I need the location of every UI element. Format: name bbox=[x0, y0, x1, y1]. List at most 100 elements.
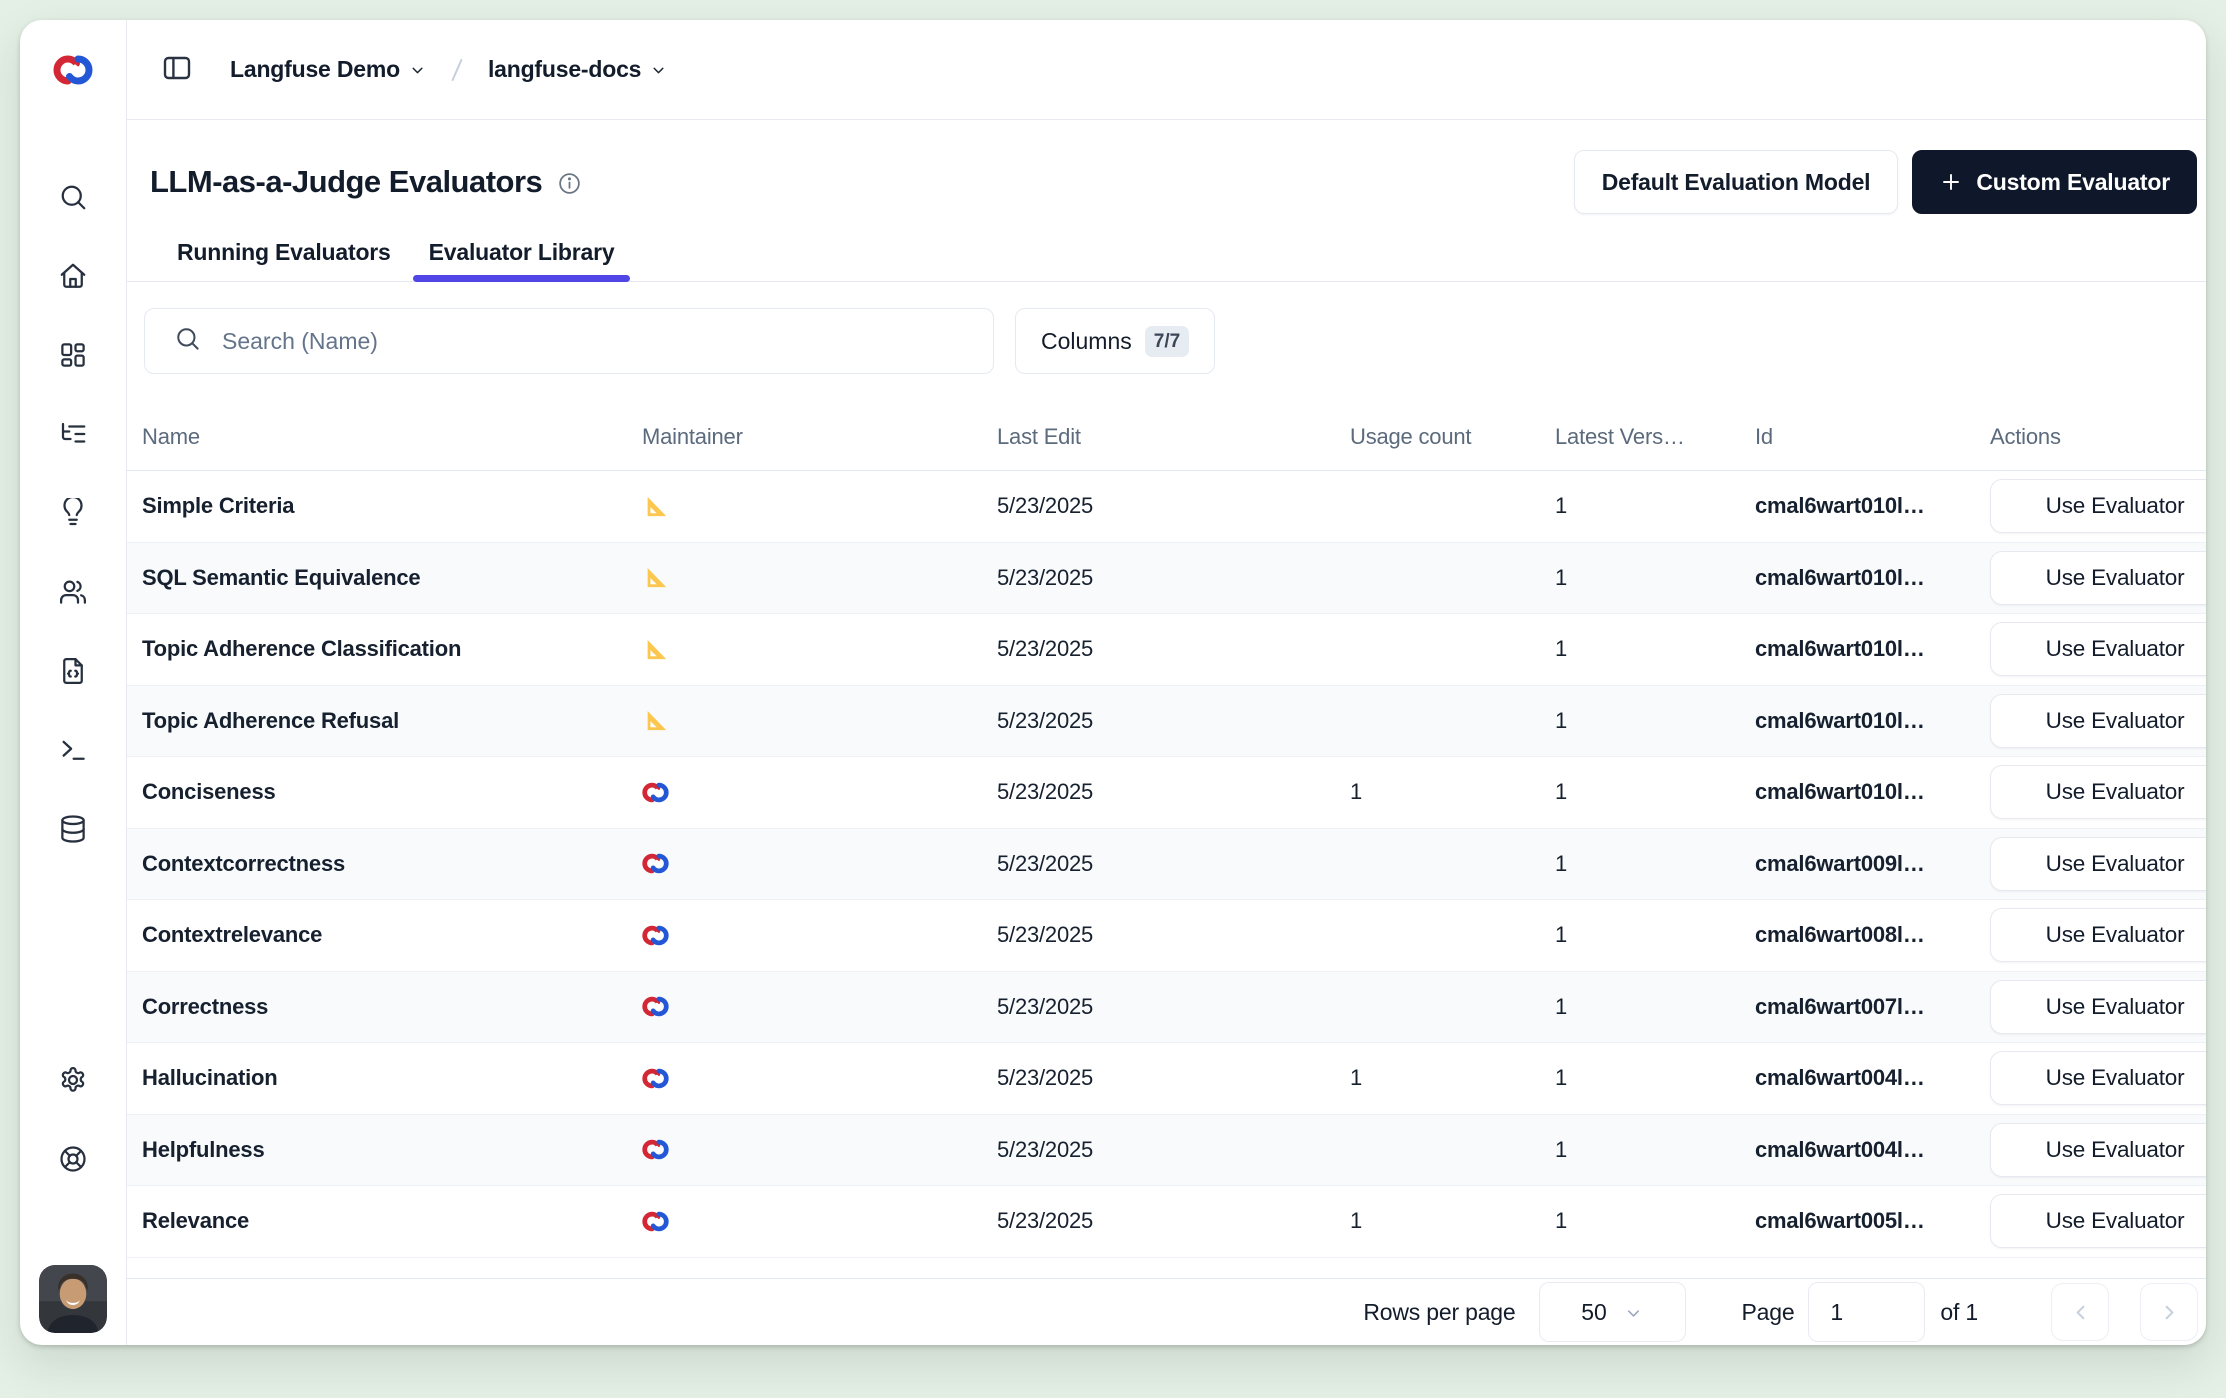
sidebar-item-support[interactable] bbox=[57, 1144, 89, 1176]
evaluator-id: cmal6wart010l… bbox=[1755, 565, 1990, 591]
langfuse-maintainer-icon bbox=[642, 922, 997, 949]
sidebar-bottom bbox=[39, 1065, 107, 1333]
maintainer-cell bbox=[642, 779, 997, 806]
column-header-latest-version: Latest Vers… bbox=[1555, 424, 1755, 450]
sidebar-item-playground[interactable] bbox=[57, 735, 89, 767]
sidebar-item-prompts[interactable] bbox=[57, 656, 89, 688]
last-edit-value: 5/23/2025 bbox=[997, 493, 1350, 519]
user-avatar[interactable] bbox=[39, 1265, 107, 1333]
use-evaluator-button[interactable]: Use Evaluator bbox=[1990, 479, 2206, 533]
maintainer-cell bbox=[642, 993, 997, 1020]
table-row[interactable]: Topic Adherence Classification 5/23/2025… bbox=[127, 614, 2206, 686]
use-evaluator-button[interactable]: Use Evaluator bbox=[1990, 1051, 2206, 1105]
table-toolbar: Columns 7/7 bbox=[127, 282, 2206, 404]
panel-left-icon bbox=[161, 52, 193, 87]
last-edit-value: 5/23/2025 bbox=[997, 1137, 1350, 1163]
rows-per-page-select[interactable]: 50 bbox=[1539, 1282, 1686, 1342]
column-header-name: Name bbox=[142, 424, 642, 450]
sidebar-toggle-button[interactable] bbox=[160, 53, 194, 87]
column-header-maintainer: Maintainer bbox=[642, 424, 997, 450]
use-evaluator-button[interactable]: Use Evaluator bbox=[1990, 694, 2206, 748]
use-evaluator-button[interactable]: Use Evaluator bbox=[1990, 1194, 2206, 1248]
actions-cell: Use Evaluator bbox=[1990, 837, 2206, 891]
page-header: LLM-as-a-Judge Evaluators Default Evalua… bbox=[127, 120, 2206, 282]
sidebar-item-datasets[interactable] bbox=[57, 814, 89, 846]
sidebar-item-users[interactable] bbox=[57, 577, 89, 609]
table-row[interactable]: SQL Semantic Equivalence 5/23/2025 1 cma… bbox=[127, 543, 2206, 615]
evaluator-id: cmal6wart009l… bbox=[1755, 851, 1990, 877]
info-icon[interactable] bbox=[557, 171, 582, 196]
dashboard-grid-icon bbox=[58, 340, 88, 373]
langfuse-maintainer-icon bbox=[642, 993, 997, 1020]
ragas-maintainer-icon bbox=[642, 636, 997, 663]
langfuse-maintainer-icon bbox=[642, 1065, 997, 1092]
sidebar-nav bbox=[57, 182, 89, 846]
columns-button[interactable]: Columns 7/7 bbox=[1015, 308, 1215, 374]
evaluator-table: Name Maintainer Last Edit Usage count La… bbox=[127, 404, 2206, 1278]
default-evaluation-model-button[interactable]: Default Evaluation Model bbox=[1574, 150, 1899, 214]
evaluator-id: cmal6wart010l… bbox=[1755, 636, 1990, 662]
evaluator-name: Contextcorrectness bbox=[142, 851, 642, 877]
rows-per-page-label: Rows per page bbox=[1363, 1301, 1515, 1324]
sidebar-item-dashboards[interactable] bbox=[57, 340, 89, 372]
evaluator-name: Helpfulness bbox=[142, 1137, 642, 1163]
column-header-id: Id bbox=[1755, 424, 1990, 450]
use-evaluator-button[interactable]: Use Evaluator bbox=[1990, 551, 2206, 605]
latest-version-value: 1 bbox=[1555, 994, 1755, 1020]
evaluator-name: Topic Adherence Classification bbox=[142, 636, 642, 662]
pagination-footer: Rows per page 50 Page of 1 bbox=[127, 1278, 2206, 1345]
actions-cell: Use Evaluator bbox=[1990, 622, 2206, 676]
use-evaluator-button[interactable]: Use Evaluator bbox=[1990, 908, 2206, 962]
chevron-right-icon bbox=[2158, 1301, 2181, 1324]
sidebar-item-search[interactable] bbox=[57, 182, 89, 214]
org-switcher[interactable]: Langfuse Demo bbox=[222, 52, 434, 87]
tab-running-evaluators[interactable]: Running Evaluators bbox=[161, 241, 407, 281]
last-edit-value: 5/23/2025 bbox=[997, 565, 1350, 591]
ragas-maintainer-icon bbox=[642, 493, 997, 520]
table-row[interactable]: Contextrelevance 5/23/2025 1 cmal6wart00… bbox=[127, 900, 2206, 972]
actions-cell: Use Evaluator bbox=[1990, 694, 2206, 748]
support-lifebuoy-icon bbox=[58, 1144, 88, 1177]
table-row[interactable]: Helpfulness 5/23/2025 1 cmal6wart004l… U… bbox=[127, 1115, 2206, 1187]
evaluator-name: Conciseness bbox=[142, 779, 642, 805]
langfuse-maintainer-icon bbox=[642, 1136, 997, 1163]
custom-evaluator-button[interactable]: Custom Evaluator bbox=[1912, 150, 2197, 214]
column-header-usage-count: Usage count bbox=[1350, 424, 1555, 450]
use-evaluator-button[interactable]: Use Evaluator bbox=[1990, 980, 2206, 1034]
last-edit-value: 5/23/2025 bbox=[997, 922, 1350, 948]
search-input[interactable] bbox=[222, 309, 993, 373]
actions-cell: Use Evaluator bbox=[1990, 551, 2206, 605]
chevron-down-icon bbox=[1624, 1301, 1643, 1323]
project-switcher[interactable]: langfuse-docs bbox=[480, 52, 675, 87]
search-icon bbox=[174, 325, 201, 357]
table-row[interactable]: Correctness 5/23/2025 1 cmal6wart007l… U… bbox=[127, 972, 2206, 1044]
sidebar-item-home[interactable] bbox=[57, 261, 89, 293]
next-page-button[interactable] bbox=[2140, 1283, 2198, 1341]
app-window: Langfuse Demo langfuse-docs LLM-as-a-Jud… bbox=[20, 20, 2206, 1345]
latest-version-value: 1 bbox=[1555, 922, 1755, 948]
langfuse-maintainer-icon bbox=[642, 850, 997, 877]
use-evaluator-button[interactable]: Use Evaluator bbox=[1990, 837, 2206, 891]
maintainer-cell bbox=[642, 922, 997, 949]
table-row[interactable]: Hallucination 5/23/2025 1 1 cmal6wart004… bbox=[127, 1043, 2206, 1115]
sidebar-item-tracing[interactable] bbox=[57, 419, 89, 451]
maintainer-cell bbox=[642, 493, 997, 520]
column-header-last-edit: Last Edit bbox=[997, 424, 1350, 450]
tab-evaluator-library[interactable]: Evaluator Library bbox=[413, 241, 631, 281]
table-row[interactable]: Conciseness 5/23/2025 1 1 cmal6wart010l…… bbox=[127, 757, 2206, 829]
sidebar-item-settings[interactable] bbox=[57, 1065, 89, 1097]
use-evaluator-button[interactable]: Use Evaluator bbox=[1990, 765, 2206, 819]
use-evaluator-button[interactable]: Use Evaluator bbox=[1990, 622, 2206, 676]
ragas-maintainer-icon bbox=[642, 707, 997, 734]
table-row[interactable]: Simple Criteria 5/23/2025 1 cmal6wart010… bbox=[127, 471, 2206, 543]
page-number-input[interactable] bbox=[1808, 1282, 1925, 1342]
ragas-maintainer-icon bbox=[642, 564, 997, 591]
previous-page-button[interactable] bbox=[2051, 1283, 2109, 1341]
use-evaluator-button[interactable]: Use Evaluator bbox=[1990, 1123, 2206, 1177]
table-row[interactable]: Relevance 5/23/2025 1 1 cmal6wart005l… U… bbox=[127, 1186, 2206, 1258]
latest-version-value: 1 bbox=[1555, 1208, 1755, 1234]
table-row[interactable]: Contextcorrectness 5/23/2025 1 cmal6wart… bbox=[127, 829, 2206, 901]
table-row[interactable]: Topic Adherence Refusal 5/23/2025 1 cmal… bbox=[127, 686, 2206, 758]
latest-version-value: 1 bbox=[1555, 493, 1755, 519]
sidebar-item-evaluation[interactable] bbox=[57, 498, 89, 530]
